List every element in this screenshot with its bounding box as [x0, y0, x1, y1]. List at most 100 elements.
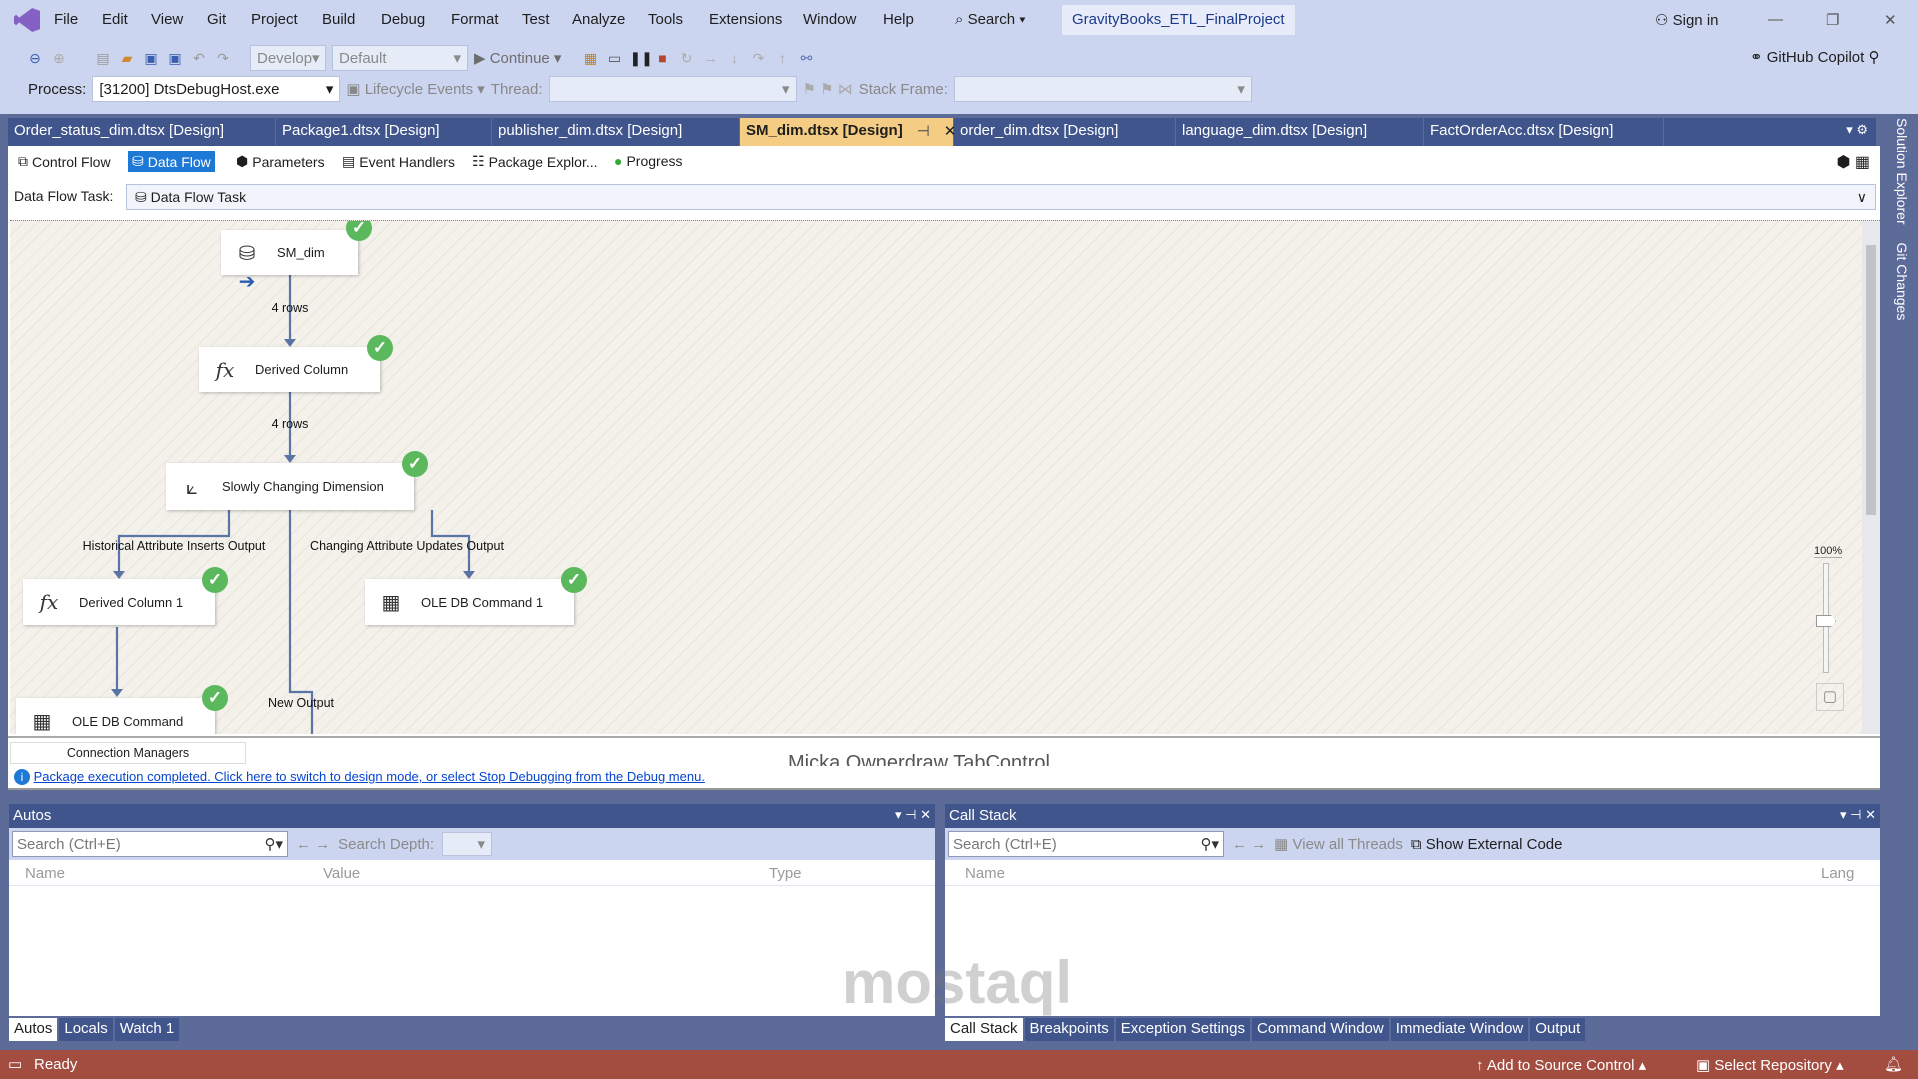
save-icon[interactable]: ▣ [142, 49, 160, 67]
tab-package1[interactable]: Package1.dtsx [Design] [276, 118, 492, 146]
data-flow-task-dropdown[interactable]: ⛁ Data Flow Task ∨ [126, 184, 1876, 210]
tab-watch-1[interactable]: Watch 1 [114, 1018, 180, 1041]
node-derived-column-1[interactable]: fx Derived Column 1 [23, 579, 215, 625]
configuration-dropdown[interactable]: Develop ▾ [250, 45, 326, 71]
menu-extensions[interactable]: Extensions [709, 11, 782, 28]
github-copilot-button[interactable]: ⚭ GitHub Copilot ⚲ [1750, 48, 1879, 66]
tab-progress[interactable]: ● Progress [610, 151, 687, 171]
call-stack-search-input[interactable]: Search (Ctrl+E) ⚲▾ [948, 831, 1224, 857]
save-all-icon[interactable]: ▣ [166, 49, 184, 67]
redo-icon[interactable]: ↷ [214, 49, 232, 67]
search-menu[interactable]: ⌕ Search ▾ [955, 11, 1026, 28]
menu-tools[interactable]: Tools [648, 11, 683, 28]
col-name[interactable]: Name [25, 865, 65, 882]
sign-in-button[interactable]: ⚇ Sign in [1655, 11, 1719, 29]
tab-publisher-dim[interactable]: publisher_dim.dtsx [Design] [492, 118, 740, 146]
tab-sm-dim[interactable]: SM_dim.dtsx [Design] ⊣ ✕ [740, 118, 956, 146]
canvas-scrollbar[interactable] [1862, 221, 1880, 734]
select-repository-button[interactable]: ▣ Select Repository ▴ [1696, 1056, 1844, 1074]
menu-edit[interactable]: Edit [102, 11, 128, 28]
search-depth-dropdown[interactable]: ▾ [442, 832, 493, 856]
menu-build[interactable]: Build [322, 11, 355, 28]
tab-immediate-window[interactable]: Immediate Window [1390, 1018, 1529, 1041]
tab-call-stack[interactable]: Call Stack [945, 1018, 1023, 1041]
thread-dropdown[interactable]: ▾ [548, 76, 797, 102]
scrollbar-thumb[interactable] [1866, 245, 1876, 515]
add-to-source-control-button[interactable]: ↑ Add to Source Control ▴ [1476, 1056, 1646, 1074]
step-over-icon[interactable]: → [701, 49, 719, 67]
node-slowly-changing-dimension[interactable]: ⟀ Slowly Changing Dimension [166, 463, 414, 510]
col-lang[interactable]: Lang [1821, 865, 1854, 882]
data-flow-canvas[interactable]: 4 rows 4 rows Historical Attribute Inser… [10, 220, 1880, 734]
process-dropdown[interactable]: [31200] DtsDebugHost.exe ▾ [92, 76, 341, 102]
tab-breakpoints[interactable]: Breakpoints [1024, 1018, 1114, 1041]
node-derived-column[interactable]: fx Derived Column [199, 347, 380, 392]
step-out-icon[interactable]: ↑ [773, 49, 791, 67]
tab-package-explorer[interactable]: ☷ Package Explor... [468, 151, 602, 172]
forward-icon[interactable]: ⊕ [50, 49, 68, 67]
back-icon[interactable]: ⊖ [26, 49, 44, 67]
pause-icon[interactable]: ❚❚ [629, 49, 652, 67]
menu-window[interactable]: Window [803, 11, 856, 28]
platform-dropdown[interactable]: Default ▾ [332, 45, 468, 71]
show-external-code-button[interactable]: ⧉ Show External Code [1411, 836, 1563, 853]
lifecycle-events-button[interactable]: ▣ Lifecycle Events ▾ [346, 80, 484, 98]
tab-fact-order-acc[interactable]: FactOrderAcc.dtsx [Design] [1424, 118, 1664, 146]
step-back-icon[interactable]: ↷ [749, 49, 767, 67]
undo-icon[interactable]: ↶ [190, 49, 208, 67]
open-icon[interactable]: ▰ [118, 49, 136, 67]
tab-event-handlers[interactable]: ▤ Event Handlers [338, 151, 459, 172]
tab-locals[interactable]: Locals [59, 1018, 113, 1041]
tab-overflow-icon[interactable]: ▾ ⚙ [1838, 118, 1876, 146]
close-button[interactable]: ✕ [1884, 11, 1897, 29]
menu-format[interactable]: Format [451, 11, 499, 28]
node-ole-db-command[interactable]: ▦ OLE DB Command [16, 698, 215, 734]
menu-test[interactable]: Test [522, 11, 550, 28]
tab-order-status-dim[interactable]: Order_status_dim.dtsx [Design] [8, 118, 276, 146]
back-arrow-icon[interactable]: ← → [1232, 836, 1266, 853]
panel-window-controls[interactable]: ▾ ⊣ ✕ [1840, 807, 1876, 823]
menu-project[interactable]: Project [251, 11, 298, 28]
variables-icon[interactable]: ⬢ ▦ [1836, 152, 1870, 172]
tab-output[interactable]: Output [1530, 1018, 1586, 1041]
col-type[interactable]: Type [769, 865, 802, 882]
tab-control-flow[interactable]: ⧉ Control Flow [14, 151, 115, 172]
fit-to-window-icon[interactable]: ▢ [1816, 683, 1844, 711]
menu-debug[interactable]: Debug [381, 11, 425, 28]
connection-managers-tab[interactable]: Connection Managers [10, 742, 246, 764]
tab-data-flow[interactable]: ⛁ Data Flow [128, 151, 215, 172]
node-ole-db-command-1[interactable]: ▦ OLE DB Command 1 [365, 579, 574, 625]
menu-file[interactable]: File [54, 11, 78, 28]
node-sm-dim-source[interactable]: ⛁➔ SM_dim [221, 230, 358, 293]
restart-icon[interactable]: ↻ [677, 49, 695, 67]
flag-icon[interactable]: ⚑ ⚑ ⋈ [803, 80, 853, 98]
tab-order-dim[interactable]: order_dim.dtsx [Design] [954, 118, 1176, 146]
menu-help[interactable]: Help [883, 11, 914, 28]
minimize-button[interactable]: — [1768, 11, 1783, 28]
tab-language-dim[interactable]: language_dim.dtsx [Design] [1176, 118, 1424, 146]
panel-window-controls[interactable]: ▾ ⊣ ✕ [895, 807, 931, 823]
stop-icon[interactable]: ■ [653, 49, 671, 67]
tab-autos[interactable]: Autos [9, 1018, 58, 1041]
notifications-icon[interactable]: 🔔︎ [1884, 1055, 1903, 1073]
window-icon[interactable]: ▭ [605, 49, 623, 67]
git-changes-tab[interactable]: Git Changes [1894, 243, 1910, 321]
col-name[interactable]: Name [965, 865, 1005, 882]
tab-parameters[interactable]: ⬢ Parameters [232, 151, 329, 172]
col-value[interactable]: Value [323, 865, 360, 882]
menu-view[interactable]: View [151, 11, 183, 28]
view-all-threads-button[interactable]: ▦ View all Threads [1274, 835, 1403, 853]
stack-frame-dropdown[interactable]: ▾ [953, 76, 1252, 102]
new-project-icon[interactable]: ▤ [94, 49, 112, 67]
menu-git[interactable]: Git [207, 11, 226, 28]
switch-to-design-link[interactable]: Package execution completed. Click here … [34, 769, 705, 784]
restore-button[interactable]: ❐ [1826, 11, 1839, 29]
tab-command-window[interactable]: Command Window [1252, 1018, 1389, 1041]
pin-icon[interactable]: ⊣ [917, 122, 930, 142]
step-into-icon[interactable]: ↓ [725, 49, 743, 67]
continue-button[interactable]: ▶ Continue ▾ [474, 49, 561, 67]
threads-icon[interactable]: ⚯ [797, 49, 815, 67]
solution-explorer-tab[interactable]: Solution Explorer [1894, 118, 1910, 239]
menu-analyze[interactable]: Analyze [572, 11, 625, 28]
tab-exception-settings[interactable]: Exception Settings [1115, 1018, 1250, 1041]
